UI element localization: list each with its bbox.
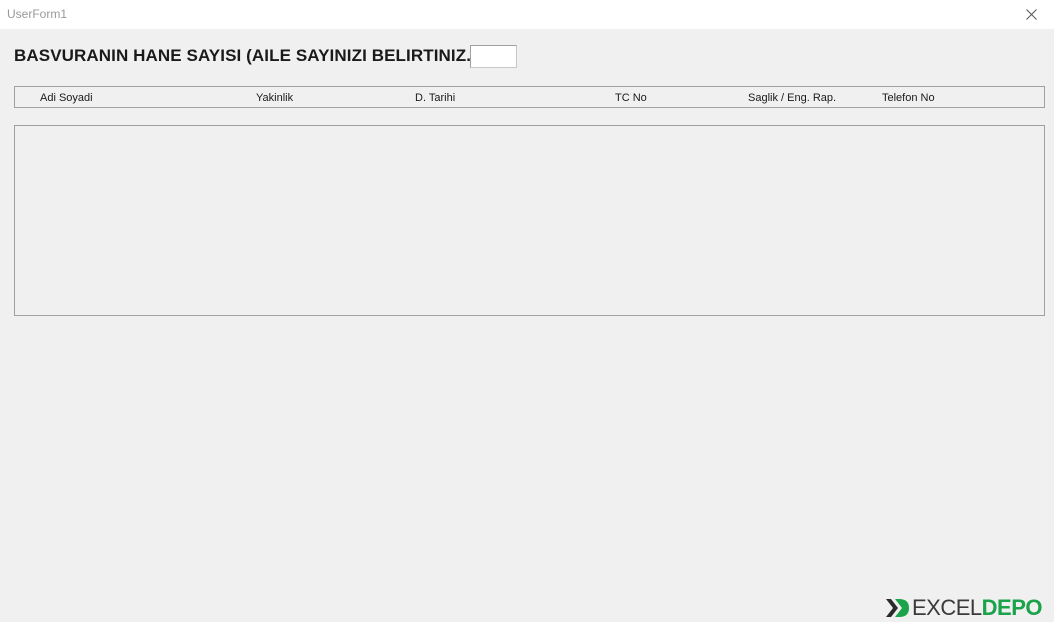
column-header-frame: Adi Soyadi Yakinlik D. Tarihi TC No Sagl… [14,86,1045,108]
logo-text-excel: EXCEL [912,595,982,620]
exceldepo-logo: EXCEL DEPO [885,595,1043,620]
logo-text-depo: DEPO [981,595,1043,620]
column-header-name: Adi Soyadi [40,92,93,104]
column-header-relation: Yakinlik [256,92,294,104]
member-list-frame[interactable] [14,125,1045,316]
column-header-phone: Telefon No [882,92,935,104]
exceldepo-logo-icon [886,599,909,617]
column-header-health-report: Saglik / Eng. Rap. [748,92,837,104]
window-title: UserForm1 [7,7,68,21]
column-header-tc-no: TC No [615,92,647,104]
title-bar: UserForm1 [0,0,1054,29]
household-count-input[interactable] [470,45,517,68]
close-icon [1025,9,1037,20]
close-button[interactable] [1008,0,1054,29]
column-header-birthdate: D. Tarihi [415,92,456,104]
household-count-label: BASVURANIN HANE SAYISI (AILE SAYINIZI BE… [14,46,477,65]
